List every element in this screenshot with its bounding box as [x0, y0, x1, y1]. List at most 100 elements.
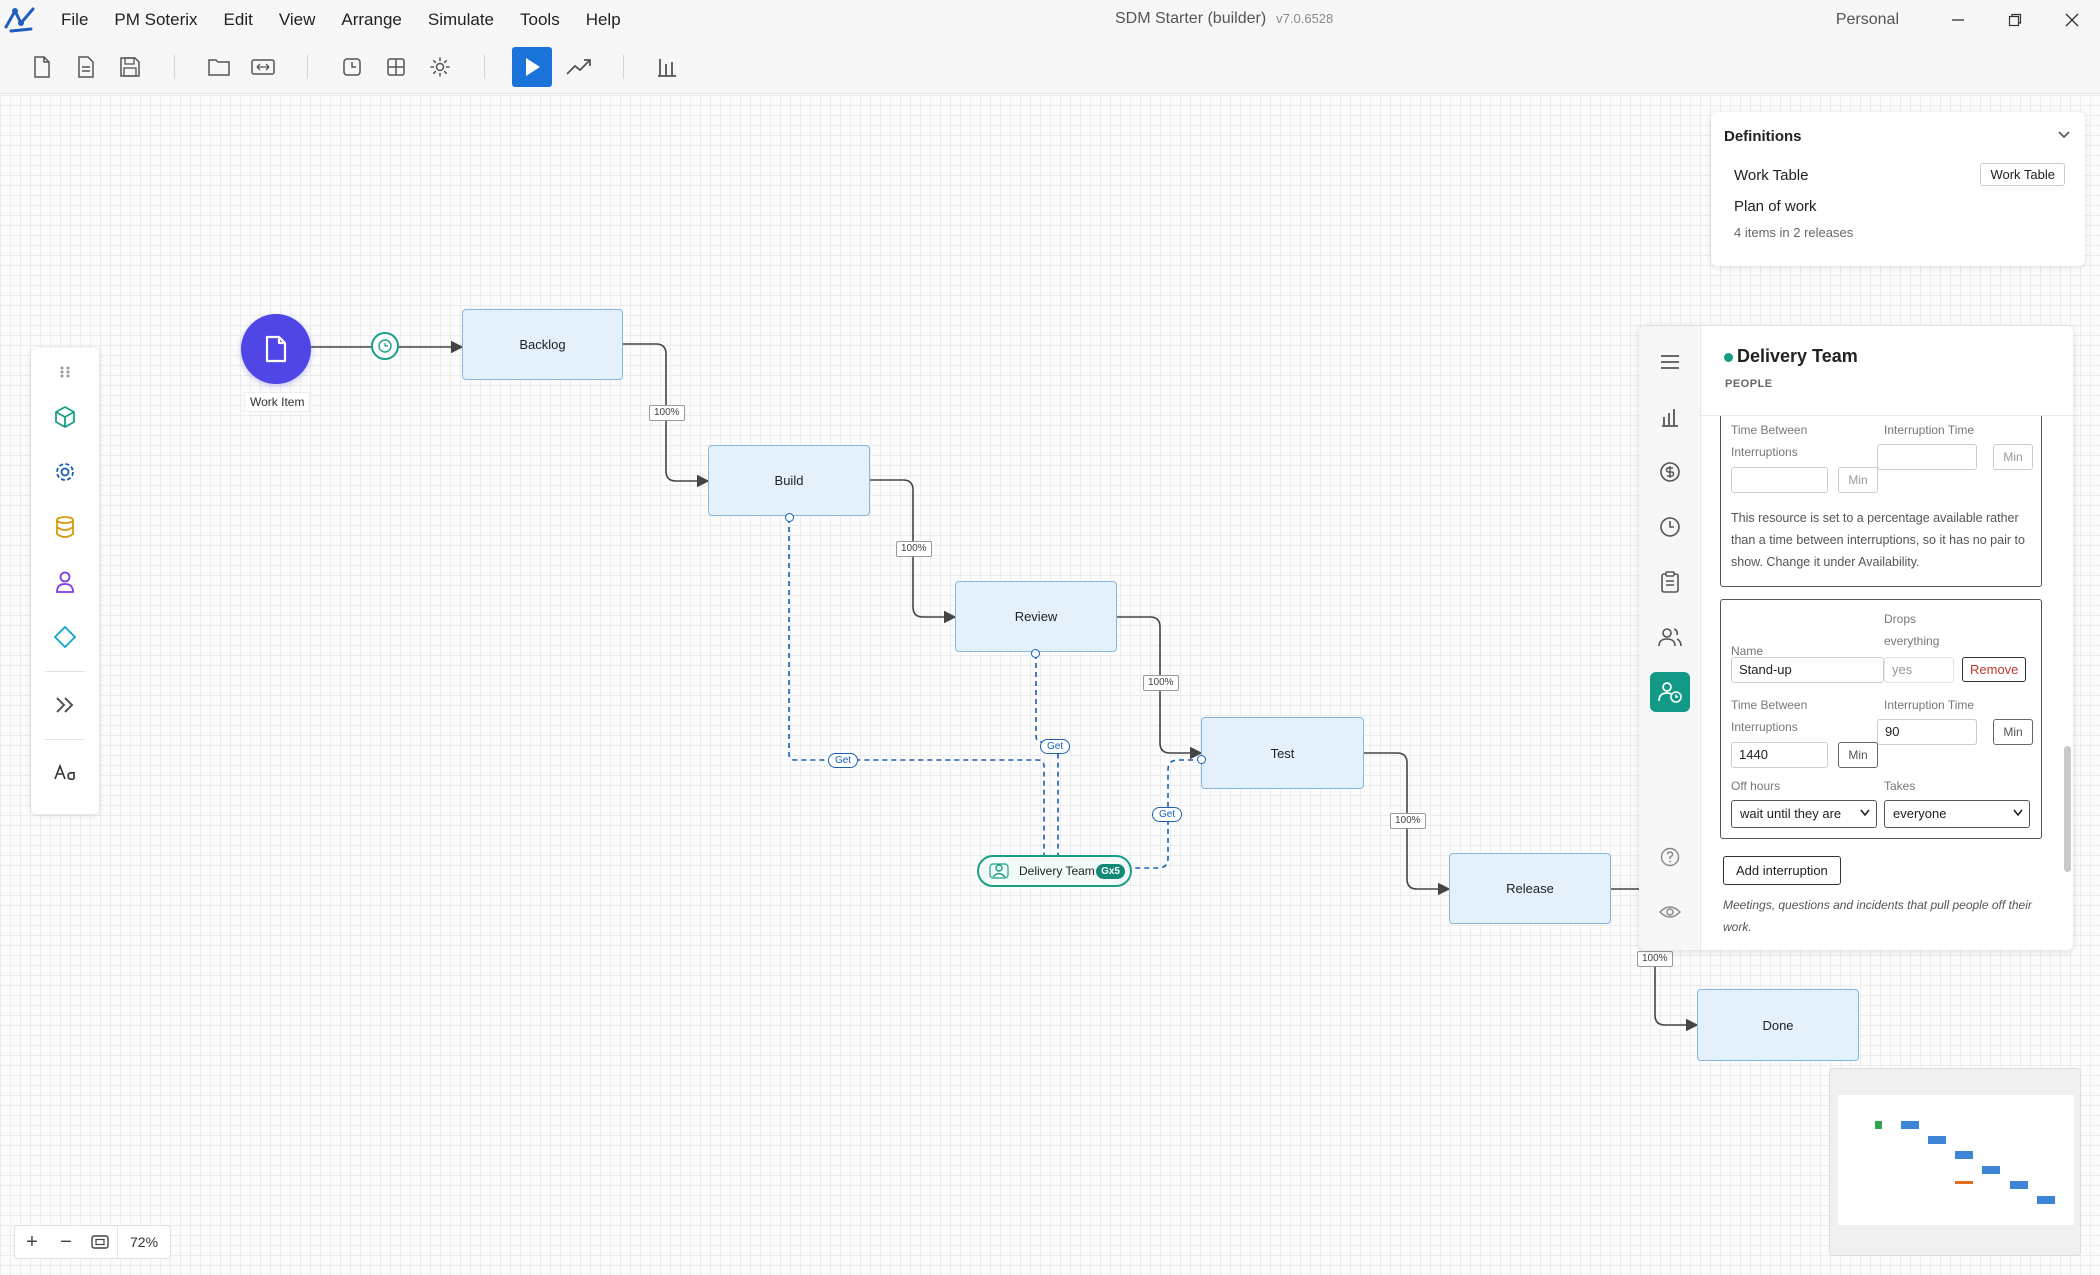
fit-width-icon[interactable] — [246, 50, 280, 84]
plan-subtitle: 4 items in 2 releases — [1734, 225, 1854, 240]
cube-icon[interactable] — [43, 395, 87, 439]
panel-scrollbar[interactable] — [2064, 746, 2071, 872]
off-hours-select[interactable]: wait until they are — [1731, 800, 1877, 828]
interruption-time-unit[interactable]: Min — [1993, 719, 2033, 745]
minimap[interactable] — [1829, 1068, 2081, 1256]
bar-chart-icon[interactable] — [651, 50, 685, 84]
drops-everything-label: Drops everything — [1884, 612, 1940, 648]
node-build[interactable]: Build — [708, 445, 870, 516]
tbi-input[interactable] — [1731, 467, 1828, 493]
work-table-button[interactable]: Work Table — [1980, 163, 2065, 186]
menu-simulate[interactable]: Simulate — [415, 0, 507, 40]
menu-view[interactable]: View — [266, 0, 329, 40]
tbi-input[interactable]: 1440 — [1731, 742, 1828, 768]
get-label[interactable]: Get — [1152, 807, 1183, 822]
grid-icon[interactable] — [379, 50, 413, 84]
people-icon[interactable] — [1650, 617, 1690, 657]
window-title: SDM Starter (builder) v7.0.6528 — [1115, 0, 1333, 38]
clipboard-icon[interactable] — [1650, 562, 1690, 602]
connection-handle[interactable] — [785, 513, 794, 522]
chevron-down-icon[interactable] — [2057, 126, 2071, 146]
start-node-work-item[interactable] — [241, 314, 311, 384]
database-icon[interactable] — [43, 505, 87, 549]
menu-tools[interactable]: Tools — [507, 0, 573, 40]
node-backlog[interactable]: Backlog — [462, 309, 623, 380]
window-title-text: SDM Starter (builder) — [1115, 10, 1267, 27]
remove-button[interactable]: Remove — [1962, 657, 2027, 682]
interruption-time-input[interactable] — [1877, 444, 1977, 470]
person-clock-icon[interactable] — [1650, 672, 1690, 712]
get-label[interactable]: Get — [1040, 739, 1071, 754]
chart-icon[interactable] — [1650, 397, 1690, 437]
zoom-in-icon[interactable]: + — [15, 1225, 49, 1259]
restore-icon[interactable] — [1986, 0, 2043, 40]
properties-panel: Delivery Team PEOPLE Time Between Interr… — [1639, 326, 2073, 950]
close-icon[interactable] — [2043, 0, 2100, 40]
drops-everything-input[interactable]: yes — [1884, 657, 1954, 683]
interruption-time-unit[interactable]: Min — [1993, 444, 2033, 470]
save-icon[interactable] — [113, 50, 147, 84]
resource-node-delivery-team[interactable]: Delivery Team Gx5 — [977, 855, 1132, 887]
minimap-viewport — [1838, 1095, 2074, 1225]
double-chevron-right-icon[interactable] — [43, 683, 87, 727]
fit-screen-icon[interactable] — [83, 1225, 117, 1259]
trend-icon[interactable] — [562, 50, 596, 84]
takes-label: Takes — [1884, 779, 1916, 793]
gear-icon[interactable] — [43, 450, 87, 494]
menu-file[interactable]: File — [48, 0, 101, 40]
menu-arrange[interactable]: Arrange — [328, 0, 414, 40]
menu-icon[interactable] — [1650, 342, 1690, 382]
new-file-icon[interactable] — [25, 50, 59, 84]
person-icon[interactable] — [43, 560, 87, 604]
chevron-down-icon — [2013, 809, 2023, 817]
edge-percentage[interactable]: 100% — [1390, 813, 1426, 829]
panel-body[interactable]: Time Between Interruptions Interruption … — [1701, 416, 2073, 950]
edge-percentage[interactable]: 100% — [1143, 675, 1179, 691]
edge-percentage[interactable]: 100% — [896, 541, 932, 557]
tbi-unit[interactable]: Min — [1838, 467, 1878, 493]
resource-count-badge: Gx5 — [1096, 863, 1125, 879]
settings-icon[interactable] — [423, 50, 457, 84]
status-dot — [1724, 353, 1733, 362]
timer-icon[interactable] — [335, 50, 369, 84]
interruption-time-input[interactable]: 90 — [1877, 719, 1977, 745]
menu-help[interactable]: Help — [573, 0, 634, 40]
drag-handle-icon[interactable] — [59, 364, 71, 384]
plan-title[interactable]: Plan of work — [1734, 198, 1817, 215]
new-document-icon[interactable] — [69, 50, 103, 84]
node-review[interactable]: Review — [955, 581, 1117, 652]
node-release[interactable]: Release — [1449, 853, 1611, 924]
interruption-name-input[interactable]: Stand-up — [1731, 657, 1884, 683]
play-icon[interactable] — [512, 46, 552, 87]
node-test[interactable]: Test — [1201, 717, 1364, 789]
add-interruption-button[interactable]: Add interruption — [1723, 856, 1841, 885]
get-label[interactable]: Get — [828, 753, 859, 768]
open-folder-icon[interactable] — [202, 50, 236, 84]
clock-icon[interactable] — [1650, 507, 1690, 547]
tbi-label: Time Between Interruptions — [1731, 423, 1808, 459]
decision-diamond-icon[interactable] — [43, 615, 87, 659]
tbi-unit[interactable]: Min — [1838, 742, 1878, 768]
text-style-icon[interactable] — [43, 751, 87, 795]
menu-edit[interactable]: Edit — [211, 0, 266, 40]
edge-percentage[interactable]: 100% — [649, 405, 685, 421]
team-icon — [989, 863, 1009, 879]
takes-select[interactable]: everyone — [1884, 800, 2030, 828]
percentage-note: This resource is set to a percentage ava… — [1731, 511, 2025, 569]
eye-icon[interactable] — [1650, 892, 1690, 932]
help-icon[interactable] — [1650, 837, 1690, 877]
minimap-node-marker — [2010, 1181, 2028, 1189]
minimap-resource-marker — [1955, 1181, 1973, 1184]
chevron-down-icon — [1860, 809, 1870, 817]
connection-handle[interactable] — [1031, 649, 1040, 658]
zoom-out-icon[interactable]: − — [49, 1225, 83, 1259]
node-done[interactable]: Done — [1697, 989, 1859, 1061]
dollar-icon[interactable] — [1650, 452, 1690, 492]
interruption-time-label: Interruption Time — [1884, 423, 1975, 437]
panel-header: Delivery Team PEOPLE — [1701, 326, 2073, 416]
edge-percentage[interactable]: 100% — [1637, 951, 1673, 967]
connection-handle[interactable] — [1197, 755, 1206, 764]
menu-pm-soterix[interactable]: PM Soterix — [101, 0, 210, 40]
account-label[interactable]: Personal — [1836, 11, 1899, 29]
minimize-icon[interactable] — [1929, 0, 1986, 40]
